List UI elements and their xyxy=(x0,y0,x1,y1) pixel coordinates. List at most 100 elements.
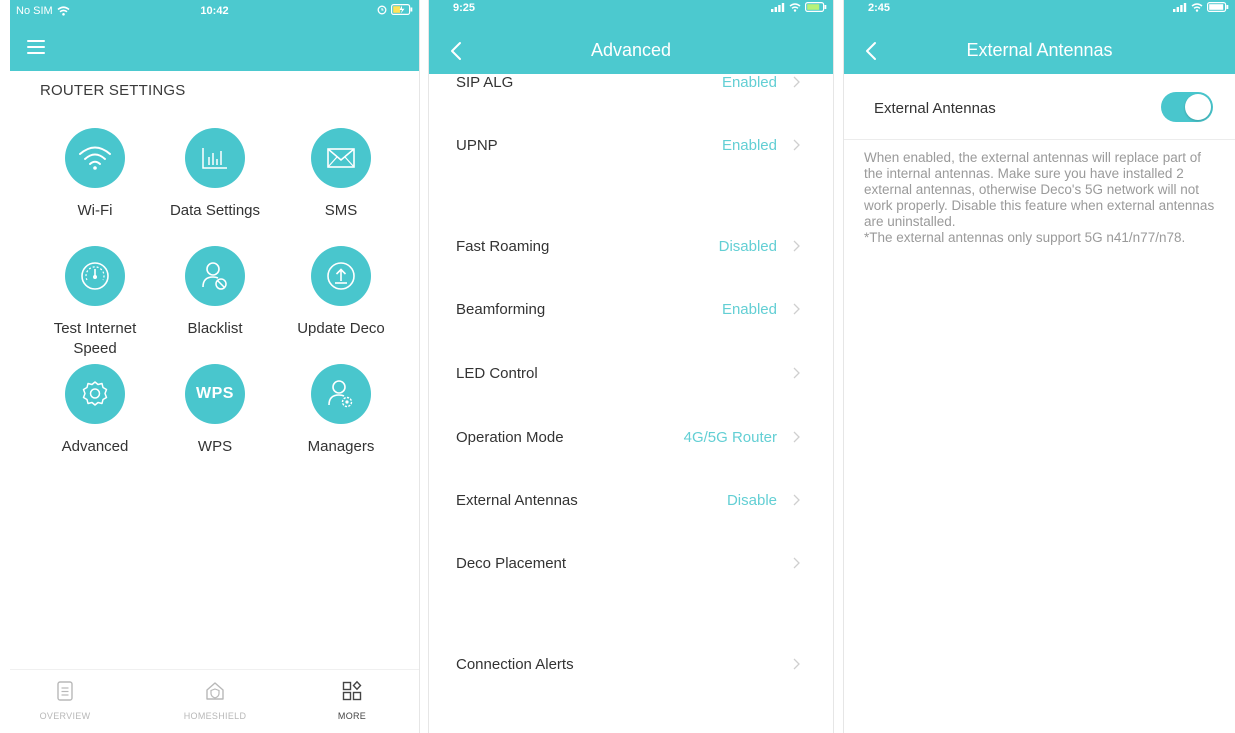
alarm-icon xyxy=(377,5,387,14)
gear-icon xyxy=(65,364,125,424)
tile-wifi[interactable]: Wi-Fi xyxy=(30,128,160,221)
battery-icon xyxy=(1207,2,1229,12)
row-value: Disabled xyxy=(718,238,777,255)
switch-knob xyxy=(1185,94,1211,120)
router-settings-screen: No SIM 10:42 ROUTER SETTINGS Wi-Fi Data … xyxy=(10,0,420,733)
speedometer-icon xyxy=(65,246,125,306)
tile-managers[interactable]: Managers xyxy=(276,364,406,457)
chevron-right-icon xyxy=(793,658,800,670)
chevron-right-icon xyxy=(793,76,800,88)
header-bar: No SIM 10:42 xyxy=(10,0,419,71)
row-beamforming[interactable]: Beamforming Enabled xyxy=(429,291,833,331)
section-title: ROUTER SETTINGS xyxy=(40,82,186,99)
description-text: When enabled, the external antennas will… xyxy=(864,150,1215,246)
row-value: 4G/5G Router xyxy=(683,429,777,446)
external-antennas-screen: 2:45 External Antennas External Antennas… xyxy=(843,0,1235,733)
tile-label: Managers xyxy=(307,438,375,455)
row-led-control[interactable]: LED Control xyxy=(429,355,833,395)
status-bar: 9:25 xyxy=(429,0,833,22)
chevron-right-icon xyxy=(793,431,800,443)
toggle-label: External Antennas xyxy=(874,100,996,117)
external-antennas-toggle-row: External Antennas xyxy=(844,78,1235,140)
row-value: Enabled xyxy=(721,137,777,154)
cell-signal-icon xyxy=(771,2,785,12)
page-title: Advanced xyxy=(590,40,672,60)
status-bar: No SIM 10:42 xyxy=(10,0,419,22)
document-icon xyxy=(57,681,73,701)
grid-icon xyxy=(342,680,362,701)
description-note: *The external antennas only support 5G n… xyxy=(864,230,1186,245)
header-bar: 2:45 External Antennas xyxy=(844,0,1235,74)
tab-homeshield[interactable]: HOMESHIELD xyxy=(160,680,270,721)
wifi-icon xyxy=(65,128,125,188)
tile-label: Blacklist xyxy=(187,320,243,337)
chevron-right-icon xyxy=(793,139,800,151)
tile-update-deco[interactable]: Update Deco xyxy=(276,246,406,339)
row-deco-placement[interactable]: Deco Placement xyxy=(429,545,833,585)
cell-signal-icon xyxy=(1173,2,1187,12)
tile-label: Update Deco xyxy=(297,320,385,337)
tile-wps[interactable]: WPS WPS xyxy=(150,364,280,457)
tile-label: Wi-Fi xyxy=(77,202,113,219)
row-value: Enabled xyxy=(721,74,777,91)
row-label: External Antennas xyxy=(456,492,578,509)
row-label: Operation Mode xyxy=(456,429,564,446)
tile-label: Test Internet Speed xyxy=(53,320,137,357)
tab-label: HOMESHIELD xyxy=(183,711,247,721)
battery-charging-icon xyxy=(391,4,413,15)
tile-label: SMS xyxy=(324,202,358,219)
tile-label: WPS xyxy=(197,438,233,455)
menu-button[interactable] xyxy=(27,40,45,54)
tile-sms[interactable]: SMS xyxy=(276,128,406,221)
wifi-signal-icon xyxy=(1191,2,1203,12)
description-paragraph: When enabled, the external antennas will… xyxy=(864,150,1215,229)
envelope-icon xyxy=(311,128,371,188)
row-value: Disable xyxy=(726,492,777,509)
wifi-signal-icon xyxy=(789,2,801,12)
user-blocked-icon xyxy=(185,246,245,306)
chevron-right-icon xyxy=(793,494,800,506)
advanced-screen: 9:25 Advanced SIP ALG Enabled UPNP Enabl… xyxy=(428,0,834,733)
status-time: 10:42 xyxy=(200,5,229,17)
header-bar: 9:25 Advanced xyxy=(429,0,833,74)
status-bar: 2:45 xyxy=(844,0,1235,22)
row-sip-alg[interactable]: SIP ALG Enabled xyxy=(429,64,833,104)
tile-blacklist[interactable]: Blacklist xyxy=(150,246,280,339)
row-label: SIP ALG xyxy=(456,74,514,91)
bar-chart-icon xyxy=(185,128,245,188)
tile-data-settings[interactable]: Data Settings xyxy=(150,128,280,221)
home-shield-icon xyxy=(206,682,224,700)
upload-icon xyxy=(311,246,371,306)
wps-icon: WPS xyxy=(185,364,245,424)
user-settings-icon xyxy=(311,364,371,424)
chevron-right-icon xyxy=(793,240,800,252)
bottom-tab-bar: OVERVIEW HOMESHIELD MORE xyxy=(10,669,419,733)
tab-label: OVERVIEW xyxy=(39,711,91,721)
chevron-right-icon xyxy=(793,557,800,569)
row-label: Beamforming xyxy=(456,301,546,318)
tab-overview[interactable]: OVERVIEW xyxy=(10,680,120,721)
page-title: External Antennas xyxy=(966,40,1113,60)
row-external-antennas[interactable]: External Antennas Disable xyxy=(429,482,833,522)
row-label: Deco Placement xyxy=(456,555,567,572)
battery-icon xyxy=(805,2,827,12)
row-label: Connection Alerts xyxy=(456,656,574,673)
row-label: Fast Roaming xyxy=(456,238,550,255)
row-operation-mode[interactable]: Operation Mode 4G/5G Router xyxy=(429,419,833,459)
row-fast-roaming[interactable]: Fast Roaming Disabled xyxy=(429,228,833,268)
tile-advanced[interactable]: Advanced xyxy=(30,364,160,457)
external-antennas-switch[interactable] xyxy=(1161,92,1213,122)
tile-label: Data Settings xyxy=(169,202,261,219)
tile-test-internet-speed[interactable]: Test Internet Speed xyxy=(30,246,160,359)
row-label: LED Control xyxy=(456,365,538,382)
row-label: UPNP xyxy=(456,137,498,154)
row-connection-alerts[interactable]: Connection Alerts xyxy=(429,646,833,686)
chevron-right-icon xyxy=(793,303,800,315)
row-value: Enabled xyxy=(721,301,777,318)
wps-badge-text: WPS xyxy=(196,385,234,402)
tab-label: MORE xyxy=(337,711,367,721)
tile-label: Advanced xyxy=(61,438,129,455)
tab-more[interactable]: MORE xyxy=(297,680,407,721)
row-upnp[interactable]: UPNP Enabled xyxy=(429,127,833,167)
chevron-right-icon xyxy=(793,367,800,379)
